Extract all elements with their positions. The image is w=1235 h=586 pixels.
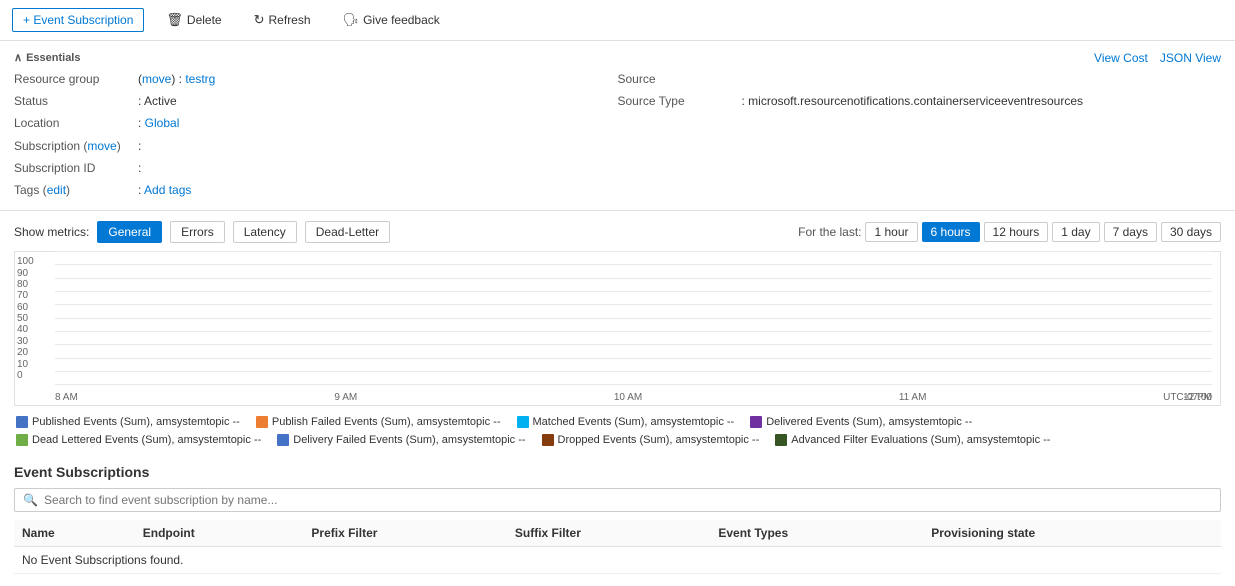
- add-tags-link[interactable]: Add tags: [144, 183, 191, 197]
- source-type-row: Source Type : microsoft.resourcenotifica…: [618, 92, 1222, 111]
- legend-color-matched: [517, 416, 529, 428]
- time-btn-30days[interactable]: 30 days: [1161, 222, 1221, 242]
- time-btn-1day[interactable]: 1 day: [1052, 222, 1099, 242]
- chart-legend: Published Events (Sum), amsystemtopic --…: [14, 410, 1221, 452]
- delete-button[interactable]: 🗑 Delete: [156, 8, 231, 32]
- grid-line-0: [55, 384, 1212, 385]
- grid-line-50: [55, 318, 1212, 319]
- legend-color-dropped: [542, 434, 554, 446]
- legend-color-publish-failed: [256, 416, 268, 428]
- grid-line-40: [55, 331, 1212, 332]
- tags-edit-link[interactable]: edit: [47, 183, 66, 197]
- col-prefix: Prefix Filter: [303, 520, 506, 547]
- essentials-grid: Resource group (move) : testrg Status : …: [14, 70, 1221, 200]
- view-cost-link[interactable]: View Cost: [1094, 51, 1148, 65]
- legend-item-dead-lettered: Dead Lettered Events (Sum), amsystemtopi…: [16, 434, 261, 446]
- source-row: Source: [618, 70, 1222, 89]
- json-view-link[interactable]: JSON View: [1160, 51, 1221, 65]
- grid-line-80: [55, 278, 1212, 279]
- resource-group-move-link[interactable]: move: [142, 72, 171, 86]
- metrics-header: Show metrics: General Errors Latency Dea…: [14, 221, 1221, 243]
- refresh-icon: ↻: [254, 12, 265, 28]
- metric-tab-general[interactable]: General: [97, 221, 162, 243]
- col-name: Name: [14, 520, 135, 547]
- toolbar: + Event Subscription 🗑 Delete ↻ Refresh …: [0, 0, 1235, 41]
- search-icon: 🔍: [23, 493, 38, 507]
- tags-row: Tags (edit) : Add tags: [14, 181, 618, 200]
- chart-grid-lines: [55, 252, 1212, 385]
- grid-line-10: [55, 371, 1212, 372]
- subscription-row: Subscription (move) :: [14, 137, 618, 156]
- event-subscriptions-section: Event Subscriptions 🔍 Name Endpoint Pref…: [0, 452, 1235, 586]
- subscription-id-row: Subscription ID :: [14, 159, 618, 178]
- top-right-links: View Cost JSON View: [1094, 51, 1221, 65]
- legend-color-delivered: [750, 416, 762, 428]
- status-row: Status : Active: [14, 92, 618, 111]
- search-input[interactable]: [44, 493, 1212, 507]
- resource-group-value-link[interactable]: testrg: [185, 72, 215, 86]
- resource-group-row: Resource group (move) : testrg: [14, 70, 618, 89]
- table-header-row: Name Endpoint Prefix Filter Suffix Filte…: [14, 520, 1221, 547]
- chart-area: 0 10 20 30 40 50 60 70 80 90 100 8 AM: [14, 251, 1221, 406]
- metrics-left: Show metrics: General Errors Latency Dea…: [14, 221, 390, 243]
- time-btn-12hours[interactable]: 12 hours: [984, 222, 1049, 242]
- refresh-button[interactable]: ↻ Refresh: [244, 8, 321, 32]
- chart-y-labels: 0 10 20 30 40 50 60 70 80 90 100: [17, 252, 34, 385]
- no-data-message: No Event Subscriptions found.: [14, 547, 1221, 574]
- subscription-move-link[interactable]: move: [87, 139, 116, 153]
- event-subscriptions-title: Event Subscriptions: [14, 464, 1221, 480]
- legend-item-delivery-failed: Delivery Failed Events (Sum), amsystemto…: [277, 434, 525, 446]
- delete-icon: 🗑: [166, 12, 183, 28]
- legend-item-dropped: Dropped Events (Sum), amsystemtopic --: [542, 434, 760, 446]
- essentials-col-right: Source Source Type : microsoft.resourcen…: [618, 70, 1222, 200]
- col-suffix: Suffix Filter: [507, 520, 710, 547]
- grid-line-60: [55, 304, 1212, 305]
- grid-line-30: [55, 344, 1212, 345]
- legend-color-advanced-filter: [775, 434, 787, 446]
- add-event-subscription-button[interactable]: + Event Subscription: [12, 8, 144, 32]
- subscriptions-table: Name Endpoint Prefix Filter Suffix Filte…: [14, 520, 1221, 574]
- feedback-button[interactable]: 🗣 Give feedback: [333, 8, 450, 32]
- utc-label: UTC-07:00: [1163, 392, 1212, 403]
- essentials-section: ∧ Essentials Resource group (move) : tes…: [0, 41, 1235, 211]
- metric-tab-errors[interactable]: Errors: [170, 221, 225, 243]
- location-row: Location : Global: [14, 114, 618, 133]
- metrics-section: Show metrics: General Errors Latency Dea…: [0, 211, 1235, 452]
- metric-tab-latency[interactable]: Latency: [233, 221, 297, 243]
- legend-color-dead-lettered: [16, 434, 28, 446]
- feedback-icon: 🗣: [343, 12, 360, 28]
- time-btn-7days[interactable]: 7 days: [1104, 222, 1157, 242]
- essentials-col-left: Resource group (move) : testrg Status : …: [14, 70, 618, 200]
- table-body: No Event Subscriptions found.: [14, 547, 1221, 574]
- legend-item-publish-failed: Publish Failed Events (Sum), amsystemtop…: [256, 416, 501, 428]
- col-provisioning: Provisioning state: [923, 520, 1221, 547]
- col-endpoint: Endpoint: [135, 520, 304, 547]
- metric-tab-dead-letter[interactable]: Dead-Letter: [305, 221, 390, 243]
- grid-line-20: [55, 358, 1212, 359]
- table-row-no-data: No Event Subscriptions found.: [14, 547, 1221, 574]
- time-range: For the last: 1 hour 6 hours 12 hours 1 …: [798, 222, 1221, 242]
- legend-item-matched: Matched Events (Sum), amsystemtopic --: [517, 416, 735, 428]
- chart-x-labels: 8 AM 9 AM 10 AM 11 AM 12 PM: [55, 392, 1212, 403]
- table-header: Name Endpoint Prefix Filter Suffix Filte…: [14, 520, 1221, 547]
- grid-line-70: [55, 291, 1212, 292]
- legend-item-advanced-filter: Advanced Filter Evaluations (Sum), amsys…: [775, 434, 1050, 446]
- grid-line-90: [55, 264, 1212, 265]
- time-btn-6hours[interactable]: 6 hours: [922, 222, 980, 242]
- essentials-header: ∧ Essentials: [14, 51, 1221, 64]
- legend-item-published: Published Events (Sum), amsystemtopic --: [16, 416, 240, 428]
- search-box[interactable]: 🔍: [14, 488, 1221, 512]
- legend-item-delivered: Delivered Events (Sum), amsystemtopic --: [750, 416, 972, 428]
- time-btn-1hour[interactable]: 1 hour: [865, 222, 917, 242]
- location-value-link[interactable]: Global: [145, 116, 180, 130]
- grid-line-100: [55, 251, 1212, 252]
- col-event-types: Event Types: [710, 520, 923, 547]
- legend-color-delivery-failed: [277, 434, 289, 446]
- legend-color-published: [16, 416, 28, 428]
